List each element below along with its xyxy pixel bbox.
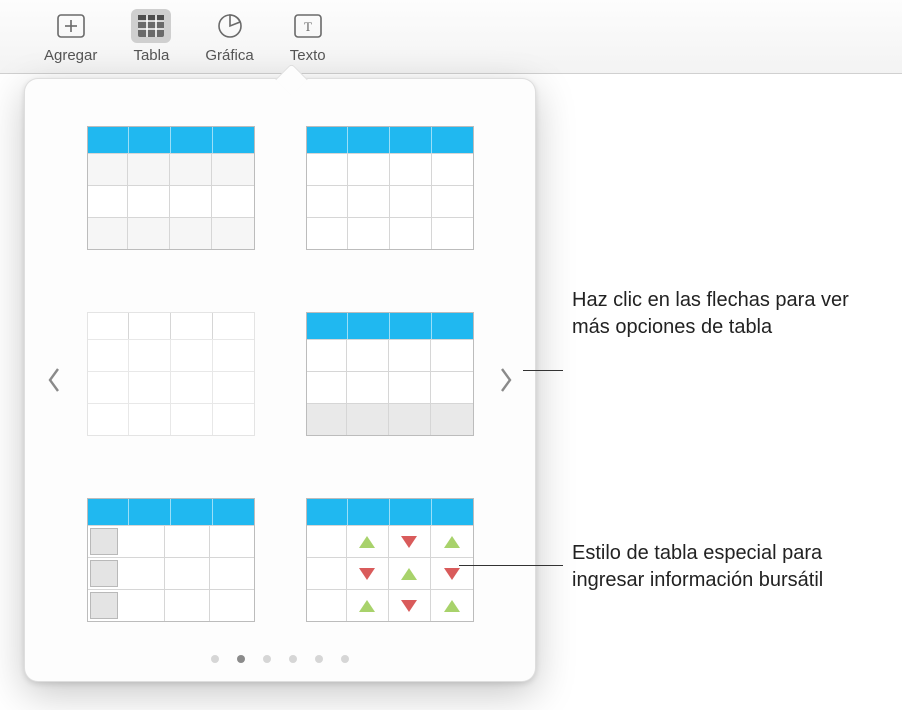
pager [25,655,535,663]
stock-up-icon [444,600,460,612]
table-style-row-headers[interactable] [87,498,255,622]
table-styles-grid [85,117,475,631]
toolbar-label: Gráfica [205,47,253,64]
toolbar-item-chart[interactable]: Gráfica [201,7,257,66]
stock-up-icon [444,536,460,548]
callout-line [523,370,563,371]
pager-dot[interactable] [263,655,271,663]
toolbar-item-text[interactable]: T Texto [284,7,332,66]
callout-line [459,565,563,566]
toolbar-label: Agregar [44,47,97,64]
toolbar-item-add[interactable]: Agregar [40,7,101,66]
svg-text:T: T [304,19,312,34]
callout-arrows-hint: Haz clic en las flechas para ver más opc… [572,287,872,341]
toolbar-label: Texto [290,47,326,64]
table-styles-popover [24,78,536,682]
stock-down-icon [359,568,375,580]
plus-box-icon [51,9,91,43]
prev-page-arrow[interactable] [39,360,69,400]
callout-stock-hint: Estilo de tabla especial para ingresar i… [572,540,872,594]
next-page-arrow[interactable] [491,360,521,400]
pager-dot[interactable] [237,655,245,663]
pie-icon [210,9,250,43]
pager-dot[interactable] [289,655,297,663]
table-style-borderless[interactable] [87,312,255,436]
stock-up-icon [359,536,375,548]
table-style-blue-plain[interactable] [306,126,474,250]
pager-dot[interactable] [341,655,349,663]
table-grid-icon [131,9,171,43]
stock-up-icon [359,600,375,612]
toolbar: Agregar Tabla Gráfica T Texto [0,0,902,74]
toolbar-label: Tabla [133,47,169,64]
toolbar-item-table[interactable]: Tabla [127,7,175,66]
pager-dot[interactable] [315,655,323,663]
pager-dot[interactable] [211,655,219,663]
table-style-blue-alt[interactable] [87,126,255,250]
stock-down-icon [401,536,417,548]
table-style-header-footer[interactable] [306,312,474,436]
text-box-icon: T [288,9,328,43]
table-style-stock[interactable] [306,498,474,622]
stock-down-icon [401,600,417,612]
stock-down-icon [444,568,460,580]
stock-up-icon [401,568,417,580]
